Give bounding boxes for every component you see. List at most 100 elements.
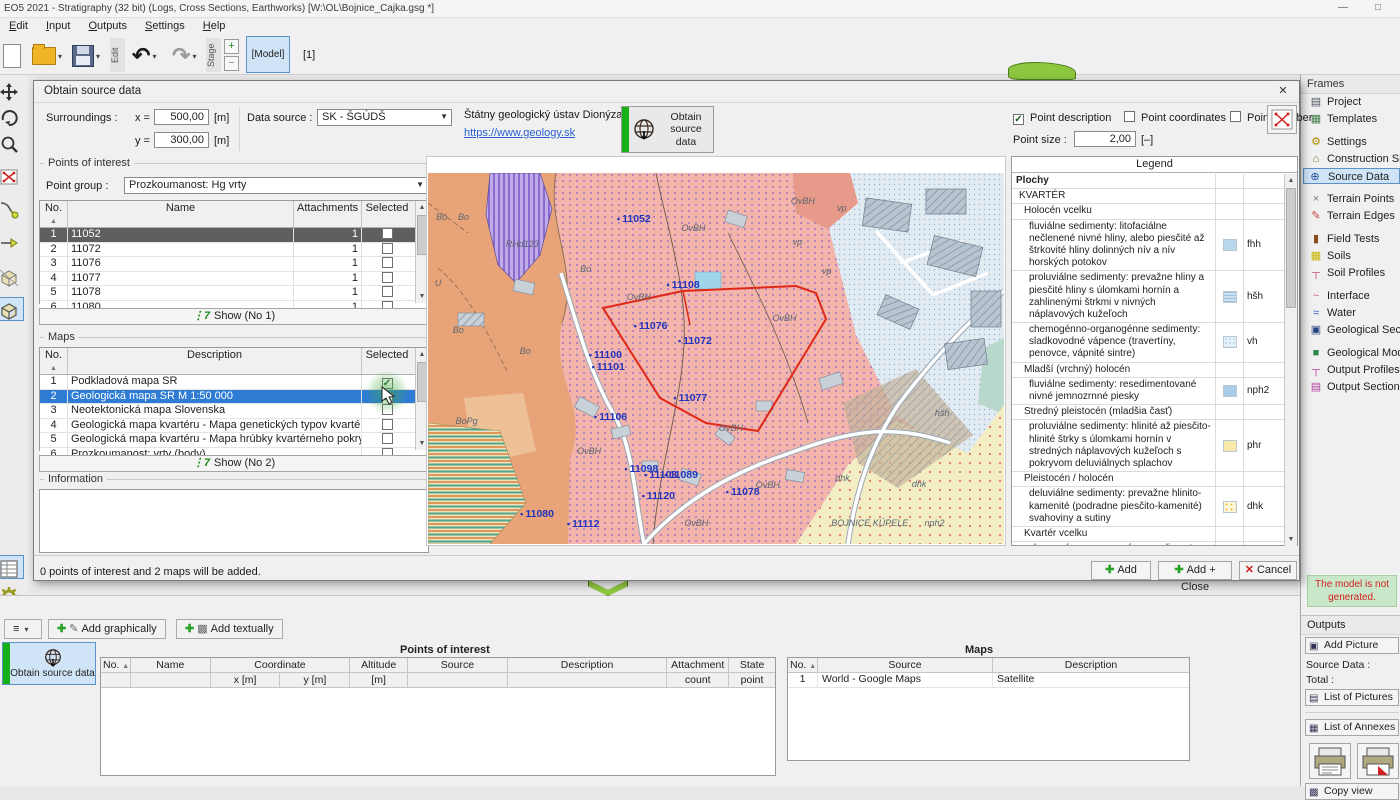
dialog-title-bar[interactable]: Obtain source data ✕: [34, 81, 1299, 103]
maximize-button[interactable]: □: [1365, 2, 1391, 16]
row-checkbox[interactable]: [382, 228, 393, 239]
information-box: [39, 489, 429, 553]
sidebar-item-field-tests[interactable]: ▮Field Tests: [1305, 231, 1400, 247]
sidebar-item-interface[interactable]: ~Interface: [1305, 288, 1400, 304]
add-edge-tool-button[interactable]: [0, 231, 24, 255]
view-mode-3d-button[interactable]: [0, 297, 24, 321]
menu-item-help[interactable]: Help: [194, 18, 235, 34]
point-size-input[interactable]: 2,00: [1074, 131, 1136, 147]
sidebar-item-label: Soils: [1327, 250, 1351, 262]
save-file-button[interactable]: ▾: [72, 42, 100, 70]
table-row[interactable]: 4Geologická mapa kvartéru - Mapa genetic…: [40, 419, 428, 434]
stage-add-button[interactable]: +: [224, 39, 239, 54]
redo-button[interactable]: ↷▾: [172, 42, 196, 70]
sidebar-item-output-profiles[interactable]: ┬Output Profiles: [1305, 362, 1400, 378]
sidebar-item-terrain-points[interactable]: ×Terrain Points: [1305, 191, 1400, 207]
close-icon[interactable]: ✕: [1275, 84, 1291, 100]
point-coordinates-checkbox[interactable]: [1124, 111, 1135, 123]
cancel-button[interactable]: ✕Cancel: [1239, 561, 1297, 580]
list-of-pictures-button[interactable]: ▤List of Pictures: [1305, 689, 1399, 706]
row-checkbox[interactable]: [382, 257, 393, 268]
scrollbar[interactable]: ▲▼: [1284, 174, 1297, 546]
zoom-tool-button[interactable]: [0, 133, 24, 157]
table-row[interactable]: 5Geologická mapa kvartéru - Mapa hrúbky …: [40, 433, 428, 448]
view-mode-button[interactable]: [0, 265, 24, 289]
y-unit: [m]: [214, 135, 229, 147]
sidebar-item-soil-profiles[interactable]: ┬Soil Profiles: [1305, 265, 1400, 281]
sidebar-item-construction[interactable]: ⌂Construction Si: [1305, 151, 1400, 167]
chevron-down-icon: ▾: [152, 52, 156, 61]
map-area-label: OvBH: [756, 480, 780, 490]
table-row[interactable]: 1World - Google MapsSatellite: [788, 673, 1189, 688]
print-preview-button[interactable]: [1357, 743, 1399, 779]
point-description-checkbox[interactable]: ✓: [1013, 111, 1024, 125]
sidebar-item-templates[interactable]: ▦Templates: [1305, 111, 1400, 127]
row-checkbox[interactable]: [382, 286, 393, 297]
menu-item-outputs[interactable]: Outputs: [79, 18, 136, 34]
table-row[interactable]: 1110521: [40, 228, 428, 243]
new-file-button[interactable]: [3, 42, 21, 70]
point-group-dropdown[interactable]: Prozkoumanost: Hg vrty▼: [124, 177, 428, 194]
add-button[interactable]: ✚Add: [1091, 561, 1151, 580]
table-row[interactable]: 2110721: [40, 243, 428, 258]
pan-tool-button[interactable]: [0, 80, 24, 104]
row-checkbox[interactable]: [382, 272, 393, 283]
legend-code: dhk: [1244, 487, 1284, 526]
sidebar-item-source-data[interactable]: ⊕Source Data: [1303, 168, 1400, 184]
table-row[interactable]: 3110761: [40, 257, 428, 272]
list-of-annexes-button[interactable]: ▦List of Annexes: [1305, 719, 1399, 736]
add-point-tool-button[interactable]: [0, 197, 24, 221]
sidebar-item-terrain-edges[interactable]: ✎Terrain Edges: [1305, 208, 1400, 224]
show-maps-button[interactable]: ⋮7Show (No 2): [39, 455, 429, 472]
add-graphically-button[interactable]: ✚✎Add graphically: [48, 619, 166, 639]
open-file-button[interactable]: ▾: [32, 42, 62, 70]
surroundings-y-input[interactable]: 300,00: [154, 132, 209, 148]
table-row[interactable]: 4110771: [40, 272, 428, 287]
green-bar: [622, 107, 629, 152]
surroundings-x-input[interactable]: 500,00: [154, 109, 209, 125]
output-sections-icon: ▤: [1309, 379, 1323, 395]
row-checkbox[interactable]: [382, 243, 393, 254]
table-row[interactable]: 5110781: [40, 286, 428, 301]
sidebar-item-output-sections[interactable]: ▤Output Sections: [1305, 379, 1400, 395]
sidebar-item-soils[interactable]: ▦Soils: [1305, 248, 1400, 264]
save-icon: [72, 45, 94, 67]
obtain-mode-label: Obtain source data: [10, 647, 95, 680]
rotate-tool-button[interactable]: [0, 106, 24, 130]
show-points-button[interactable]: ⋮7Show (No 1): [39, 308, 429, 325]
data-source-dropdown[interactable]: SK - ŠGÚDŠ▼: [317, 109, 452, 126]
stage-remove-button[interactable]: −: [224, 56, 239, 71]
menu-item-edit[interactable]: Edit: [0, 18, 37, 34]
frames-table-button[interactable]: [0, 555, 24, 579]
zoom-extents-button[interactable]: [0, 165, 24, 189]
sidebar-item-settings[interactable]: ⚙Settings: [1305, 134, 1400, 150]
point-number-checkbox[interactable]: [1230, 111, 1241, 123]
add-close-button[interactable]: ✚Add + Close: [1158, 561, 1232, 580]
zoom-extents-button[interactable]: [1267, 105, 1297, 134]
add-picture-button[interactable]: ▣Add Picture: [1305, 637, 1399, 654]
provider-link[interactable]: https://www.geology.sk: [464, 127, 575, 139]
menu-item-input[interactable]: Input: [37, 18, 79, 34]
undo-button[interactable]: ↶▾: [132, 42, 156, 70]
add-textually-button[interactable]: ✚▩Add textually: [176, 619, 283, 639]
map-area-label: OvBH: [577, 446, 601, 456]
list-menu-button[interactable]: ≡ ▾: [4, 619, 42, 639]
row-checkbox[interactable]: [382, 419, 393, 430]
sidebar-item-geo-model[interactable]: ■Geological Mod: [1305, 345, 1400, 361]
geo-model-icon: ■: [1309, 345, 1323, 361]
geological-map[interactable]: ▪11052▪11108▪11076▪11072▪11100▪11101▪110…: [428, 173, 1004, 544]
minimize-button[interactable]: —: [1330, 2, 1356, 16]
print-button[interactable]: [1309, 743, 1351, 779]
obtain-source-data-button[interactable]: Obtainsource data: [621, 106, 714, 153]
obtain-source-data-mode-button[interactable]: Obtain source data: [2, 642, 96, 685]
sidebar-item-geo-sections[interactable]: ▣Geological Sect: [1305, 322, 1400, 338]
row-checkbox[interactable]: [382, 433, 393, 444]
legend-code: [1244, 405, 1284, 419]
sidebar-item-project[interactable]: ▤Project: [1305, 94, 1400, 110]
terrain-edges-icon: ✎: [1309, 208, 1323, 224]
legend-text: Mladší (vrchný) holocén: [1012, 363, 1216, 377]
model-stage-button[interactable]: [Model]: [246, 36, 290, 73]
sidebar-item-water[interactable]: ≈Water: [1305, 305, 1400, 321]
menu-item-settings[interactable]: Settings: [136, 18, 194, 34]
arrow-node-icon: [0, 199, 19, 219]
